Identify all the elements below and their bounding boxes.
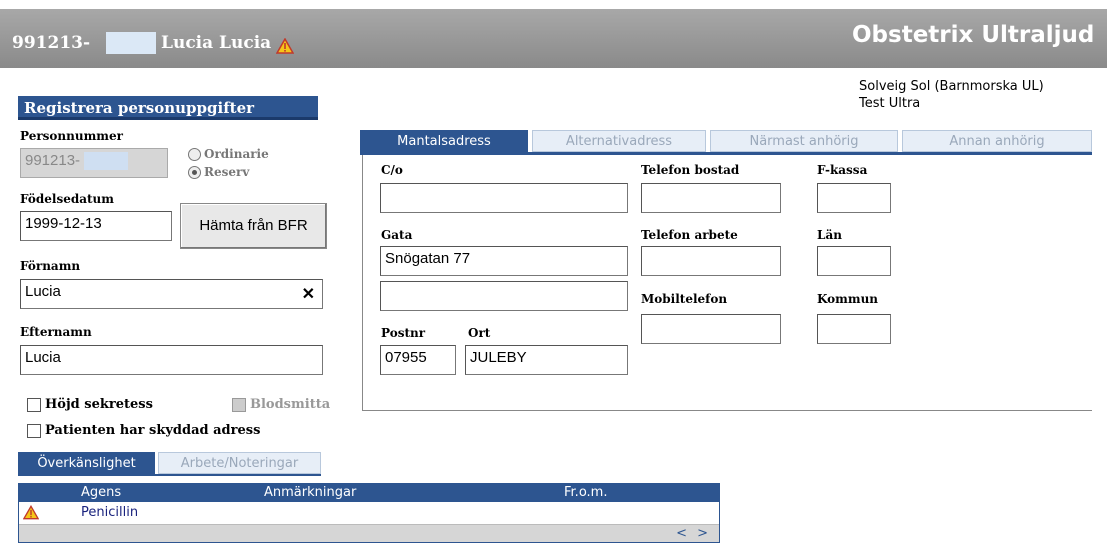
personnummer-label: Personnummer: [20, 129, 123, 143]
tab-arbete-noteringar[interactable]: Arbete/Noteringar: [158, 452, 321, 474]
checkbox-box: [232, 397, 246, 412]
blodsmitta-checkbox: Blodsmitta: [232, 397, 330, 412]
gata-field[interactable]: Snögatan 77: [380, 246, 628, 276]
column-anmarkningar[interactable]: Anmärkningar: [264, 485, 356, 500]
agens-cell: Penicillin: [81, 505, 139, 520]
tab-underline: [18, 474, 321, 476]
table-row[interactable]: Penicillin: [19, 503, 719, 523]
tab-underline: [360, 152, 1092, 155]
table-header: Agens Anmärkningar Fr.o.m.: [19, 484, 719, 502]
radio-reserv-dot[interactable]: [188, 165, 201, 179]
hojd-sekretess-checkbox[interactable]: Höjd sekretess: [27, 397, 153, 412]
redacted-mask: [106, 32, 156, 54]
warning-icon: [23, 505, 39, 520]
kommun-field[interactable]: [817, 314, 891, 344]
allergy-table: Agens Anmärkningar Fr.o.m. Penicillin < …: [18, 483, 720, 543]
mobiltelefon-label: Mobiltelefon: [641, 292, 728, 306]
fkassa-field[interactable]: [817, 183, 891, 213]
patient-name: Lucia Lucia: [161, 33, 272, 53]
hojd-sekretess-label: Höjd sekretess: [45, 397, 153, 412]
user-name: Solveig Sol (Barnmorska UL): [859, 79, 1044, 94]
scroll-arrows[interactable]: < >: [676, 526, 711, 541]
column-agens[interactable]: Agens: [81, 485, 121, 500]
tab-narmast-anhorig[interactable]: Närmast anhörig: [710, 130, 898, 152]
section-title: Registrera personuppgifter: [18, 96, 318, 120]
tab-annan-anhorig[interactable]: Annan anhörig: [902, 130, 1092, 152]
radio-ordinarie-label: Ordinarie: [204, 147, 269, 161]
telefon-arbete-field[interactable]: [641, 246, 781, 276]
radio-ordinarie-dot[interactable]: [188, 147, 201, 161]
fornamn-field[interactable]: Lucia ✕: [20, 279, 323, 309]
app-title: Obstetrix Ultraljud: [852, 22, 1095, 48]
lan-label: Län: [817, 228, 842, 242]
mobiltelefon-field[interactable]: [641, 314, 781, 344]
fodelsedatum-label: Födelsedatum: [20, 192, 114, 206]
fornamn-label: Förnamn: [20, 259, 81, 273]
radio-reserv-label: Reserv: [204, 165, 250, 179]
telefon-arbete-label: Telefon arbete: [641, 228, 738, 242]
patient-id: 991213-: [12, 33, 91, 53]
panel-border: [362, 155, 363, 410]
gata2-field[interactable]: [380, 281, 628, 311]
fkassa-label: F-kassa: [817, 163, 868, 177]
ort-field[interactable]: JULEBY: [465, 345, 628, 375]
fodelsedatum-field[interactable]: 1999-12-13: [20, 211, 172, 241]
ort-label: Ort: [468, 326, 491, 340]
skyddad-adress-label: Patienten har skyddad adress: [45, 423, 261, 438]
fornamn-value: Lucia: [25, 283, 61, 300]
warning-icon[interactable]: [276, 38, 294, 54]
kommun-label: Kommun: [817, 292, 879, 306]
table-scrollbar[interactable]: < >: [19, 524, 719, 542]
efternamn-field[interactable]: Lucia: [20, 345, 323, 375]
efternamn-label: Efternamn: [20, 325, 92, 339]
telefon-bostad-label: Telefon bostad: [641, 163, 740, 177]
postnr-label: Postnr: [381, 326, 426, 340]
tab-mantalsadress[interactable]: Mantalsadress: [360, 130, 528, 152]
column-from[interactable]: Fr.o.m.: [564, 485, 607, 500]
checkbox-box[interactable]: [27, 397, 41, 412]
co-field[interactable]: [380, 183, 628, 213]
radio-ordinarie[interactable]: Ordinarie: [188, 147, 269, 161]
co-label: C/o: [381, 163, 403, 177]
personnummer-value: 991213-: [25, 152, 81, 169]
gata-label: Gata: [381, 228, 413, 242]
personnummer-field[interactable]: 991213-: [20, 148, 168, 178]
panel-border: [362, 410, 1092, 411]
blodsmitta-label: Blodsmitta: [250, 397, 331, 412]
tab-overkanslighet[interactable]: Överkänslighet: [18, 452, 155, 474]
radio-reserv[interactable]: Reserv: [188, 165, 249, 179]
skyddad-adress-checkbox[interactable]: Patienten har skyddad adress: [27, 423, 260, 438]
telefon-bostad-field[interactable]: [641, 183, 781, 213]
clear-icon[interactable]: ✕: [302, 284, 315, 304]
lan-field[interactable]: [817, 246, 891, 276]
tab-alternativadress[interactable]: Alternativadress: [532, 130, 706, 152]
user-unit: Test Ultra: [859, 96, 921, 111]
postnr-field[interactable]: 07955: [380, 345, 456, 375]
redacted-mask: [84, 152, 129, 171]
checkbox-box[interactable]: [27, 423, 41, 438]
hamta-fran-bfr-button[interactable]: Hämta från BFR: [180, 203, 327, 249]
